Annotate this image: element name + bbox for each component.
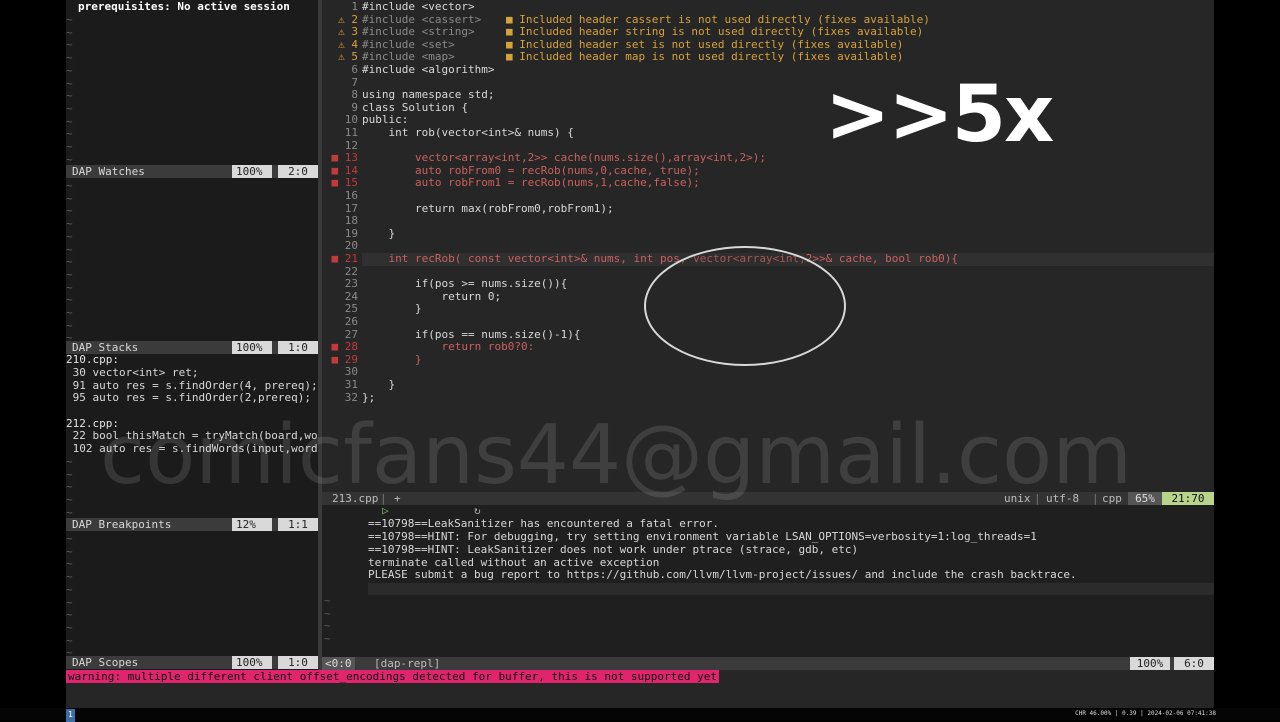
play-icon[interactable]: ▷ — [382, 504, 389, 518]
code-line[interactable]: }; — [362, 391, 375, 405]
stack-frame[interactable]: 30 vector<int> ret; — [66, 366, 199, 380]
code-line[interactable]: return rob0?0: — [362, 340, 534, 354]
line-number: 8 — [351, 88, 358, 102]
dap-stacks-pct: 100% — [232, 341, 272, 354]
dap-repl[interactable]: ▷ ↻ ==10798==LeakSanitizer has encounter… — [322, 504, 1214, 657]
line-number: 32 — [344, 390, 358, 404]
line-number: 31 — [344, 378, 358, 391]
line-number: 23 — [344, 277, 358, 291]
dap-sidebar: prerequisites: No active session ~ ~ ~ ~ ~ ~ ~… — [66, 0, 331, 670]
line-number: 1 — [351, 0, 358, 13]
dap-scopes-bar[interactable]: DAP Scopes 100% 1:0 — [66, 656, 318, 669]
repl-line: ==10798==LeakSanitizer has encountered a… — [368, 517, 719, 530]
dap-watches-bar[interactable]: DAP Watches 100% 2:0 — [66, 165, 318, 178]
system-tray: CHR 46.00% | 0.39 | 2024-02-06 07:41:38 — [1075, 710, 1216, 717]
repl-line: ==10798==HINT: LeakSanitizer does not wo… — [368, 543, 859, 556]
stack-frame[interactable]: 95 auto res = s.findOrder(2,prereq); — [66, 391, 311, 405]
code-line[interactable]: } — [362, 227, 395, 241]
line-number: ⚠ 3 — [338, 25, 358, 39]
code-line[interactable]: vector<array<int,2>> cache(nums.size(),a… — [362, 151, 766, 165]
code-line[interactable]: } — [362, 353, 422, 367]
line-number: ■ 21 — [331, 252, 359, 265]
repl-line: ==10798==HINT: For debugging, try settin… — [368, 530, 1037, 543]
status-cursor-pos: 21:70 — [1162, 492, 1214, 505]
code-line[interactable]: #include <vector> — [362, 0, 475, 14]
dap-scopes-pos: 1:0 — [278, 656, 318, 669]
dap-breakpoints-pct: 12% — [232, 518, 272, 531]
code-line[interactable]: } — [362, 378, 395, 392]
speed-overlay: >>5x — [825, 70, 1054, 160]
watermark: comicfans44@gmail.com — [100, 408, 1133, 503]
line-number: 16 — [344, 189, 358, 202]
code-line[interactable]: #include <algorithm> — [362, 63, 494, 77]
repl-bar-pos: 6:0 — [1174, 657, 1214, 670]
dap-scopes-title: DAP Scopes — [72, 656, 139, 669]
repl-bar-name: [dap-repl] — [374, 657, 441, 670]
dap-watches-pos: 2:0 — [278, 165, 318, 178]
code-line[interactable]: using namespace std; — [362, 88, 494, 102]
dap-breakpoints-title: DAP Breakpoints — [72, 518, 172, 531]
line-number: 26 — [344, 315, 358, 328]
code-line[interactable]: auto robFrom1 = recRob(nums,1,cache,fals… — [362, 177, 700, 190]
repl-bar-pct: 100% — [1130, 657, 1170, 670]
dap-scopes-pct: 100% — [232, 656, 272, 669]
line-number: ■ 28 — [331, 340, 359, 354]
diagnostic-warning: ■ Included header map is not used direct… — [506, 50, 904, 64]
code-line[interactable]: #include <string> — [362, 25, 475, 39]
stacks-empty: ~ ~ ~ ~ ~ ~ ~ ~ ~ ~ ~ ~ ~ — [66, 179, 73, 345]
code-line[interactable]: } — [362, 303, 422, 316]
dap-breakpoints-bar[interactable]: DAP Breakpoints 12% 1:1 — [66, 518, 318, 531]
dap-watches-pct: 100% — [232, 165, 272, 178]
line-number: 18 — [344, 214, 358, 228]
status-percent: 65% — [1128, 492, 1162, 505]
dap-watches-title: DAP Watches — [72, 165, 145, 178]
repl-line: PLEASE submit a bug report to https://gi… — [368, 568, 1077, 581]
warning-message: warning: multiple different client offse… — [66, 670, 720, 683]
diagnostic-warning: ■ Included header string is not used dir… — [506, 25, 924, 39]
dap-stacks-pos: 1:0 — [278, 341, 318, 354]
watches-empty: ~ ~ ~ ~ ~ ~ ~ ~ ~ ~ ~ ~ — [66, 13, 73, 166]
scopes-empty: ~ ~ ~ ~ ~ ~ ~ ~ ~ ~ — [66, 532, 73, 660]
line-number: 6 — [351, 63, 358, 76]
session-status: prerequisites: No active session — [78, 0, 290, 13]
repl-input[interactable] — [368, 583, 1214, 595]
stack-file[interactable]: 210.cpp: — [66, 353, 119, 367]
line-number: 11 — [344, 126, 358, 139]
dap-breakpoints-pos: 1:1 — [278, 518, 318, 531]
code-line[interactable]: return max(robFrom0,robFrom1); — [362, 202, 614, 216]
repl-bar-left: <0:0 — [322, 657, 355, 670]
code-line[interactable]: if(pos >= nums.size()){ — [362, 277, 567, 291]
cursor-highlight-blob — [644, 246, 846, 366]
line-number: ■ 13 — [331, 151, 359, 165]
code-line[interactable]: int rob(vector<int>& nums) { — [362, 126, 573, 140]
repl-status-bar: <0:0 [dap-repl] 100% 6:0 — [322, 657, 1214, 670]
restart-icon[interactable]: ↻ — [474, 504, 481, 518]
